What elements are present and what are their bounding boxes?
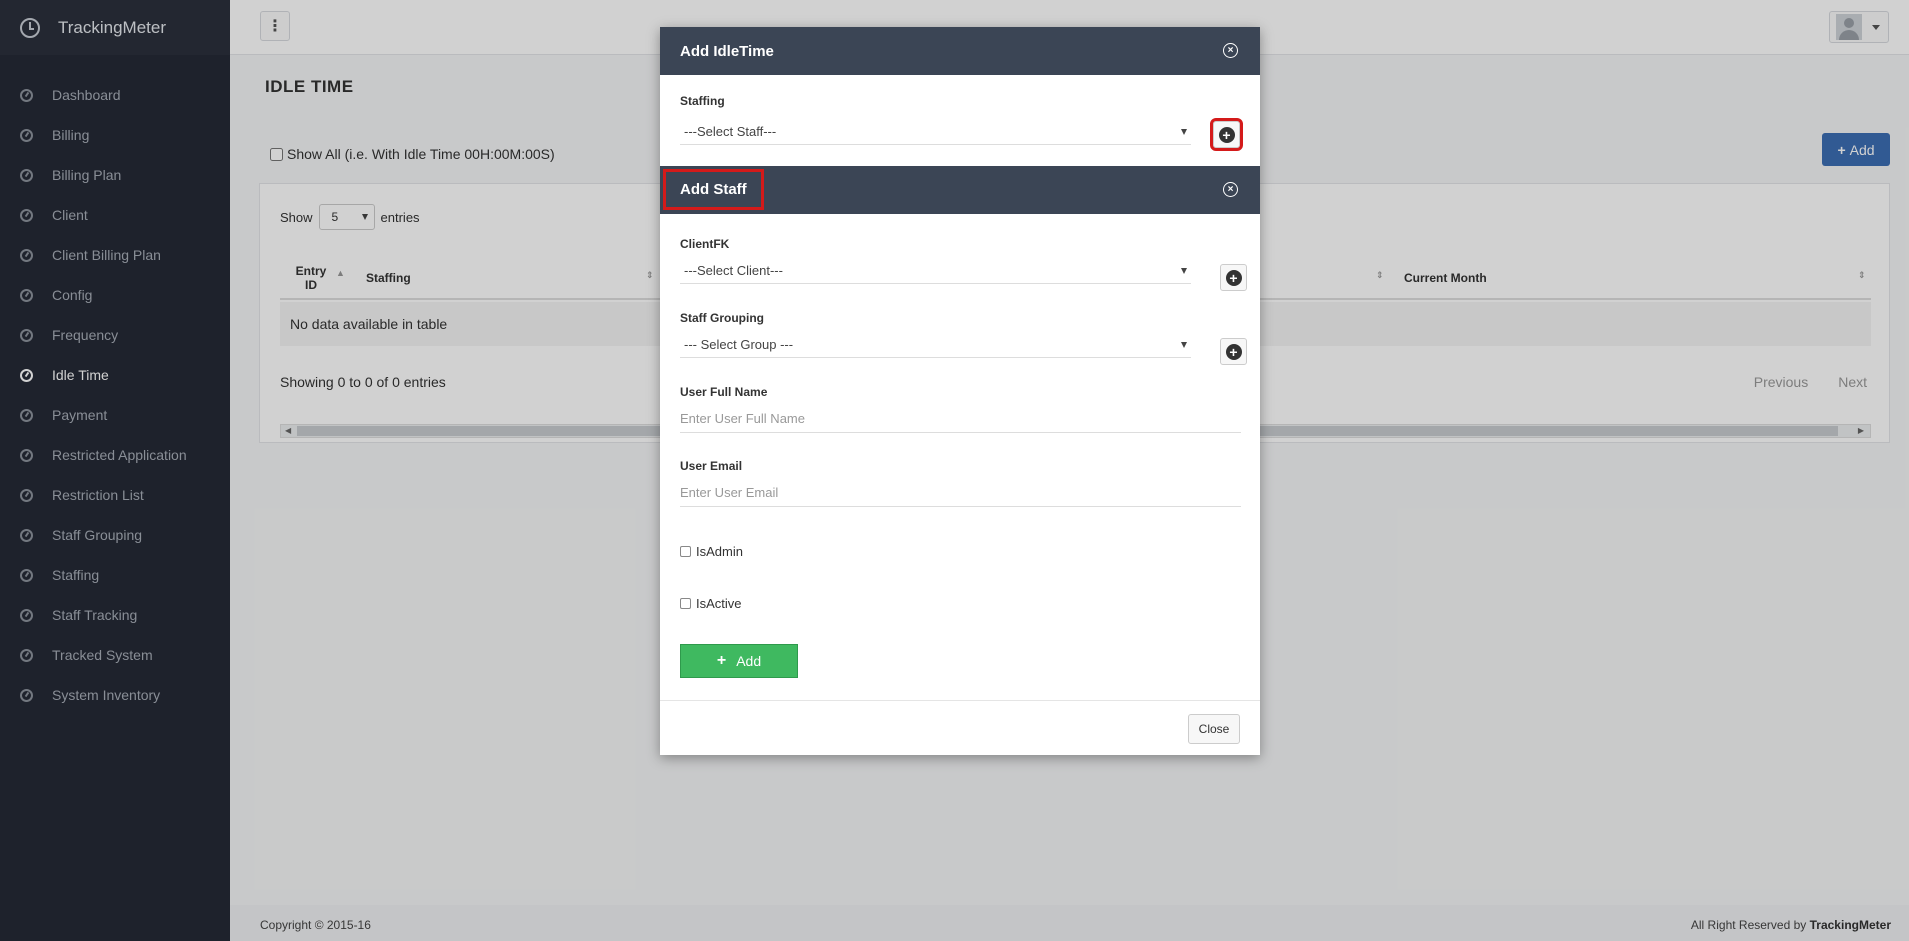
add-staff-submit-button[interactable]: + Add bbox=[680, 644, 798, 678]
plus-icon: + bbox=[716, 652, 727, 669]
caret-down-icon bbox=[1181, 341, 1187, 348]
add-staff-body: ClientFK ---Select Client--- + Staff Gro… bbox=[660, 214, 1260, 700]
isactive-checkbox[interactable] bbox=[680, 598, 691, 609]
staffing-select[interactable]: ---Select Staff--- bbox=[680, 119, 1191, 145]
add-idletime-modal: Add IdleTime × Staffing ---Select Staff-… bbox=[660, 27, 1260, 755]
group-select[interactable]: --- Select Group --- bbox=[680, 332, 1191, 358]
email-input[interactable]: Enter User Email bbox=[680, 479, 1241, 507]
full-name-label: User Full Name bbox=[680, 385, 768, 399]
plus-circle-icon: + bbox=[1225, 269, 1242, 286]
caret-down-icon bbox=[1181, 128, 1187, 135]
plus-circle-icon: + bbox=[1225, 343, 1242, 360]
add-group-plus-button[interactable]: + bbox=[1220, 338, 1247, 365]
full-name-input[interactable]: Enter User Full Name bbox=[680, 405, 1241, 433]
staffing-label: Staffing bbox=[680, 94, 725, 108]
close-icon[interactable]: × bbox=[1223, 43, 1238, 58]
add-idletime-body: Staffing ---Select Staff--- + bbox=[660, 75, 1260, 166]
add-staff-plus-button[interactable]: + bbox=[1210, 118, 1243, 151]
close-icon[interactable]: × bbox=[1223, 182, 1238, 197]
client-label: ClientFK bbox=[680, 237, 730, 251]
add-client-plus-button[interactable]: + bbox=[1220, 264, 1247, 291]
client-select[interactable]: ---Select Client--- bbox=[680, 258, 1191, 284]
isadmin-option[interactable]: IsAdmin bbox=[680, 544, 743, 559]
add-idletime-header: Add IdleTime × bbox=[660, 27, 1260, 75]
add-idletime-title: Add IdleTime bbox=[680, 42, 774, 60]
plus-circle-icon: + bbox=[1218, 126, 1235, 143]
email-label: User Email bbox=[680, 459, 743, 473]
modal-footer: Close bbox=[660, 700, 1260, 755]
add-staff-title: Add Staff bbox=[663, 169, 764, 210]
isactive-option[interactable]: IsActive bbox=[680, 596, 742, 611]
caret-down-icon bbox=[1181, 267, 1187, 274]
close-button[interactable]: Close bbox=[1188, 714, 1240, 744]
isadmin-checkbox[interactable] bbox=[680, 546, 691, 557]
group-label: Staff Grouping bbox=[680, 311, 764, 325]
add-staff-header: Add Staff × bbox=[660, 166, 1260, 214]
